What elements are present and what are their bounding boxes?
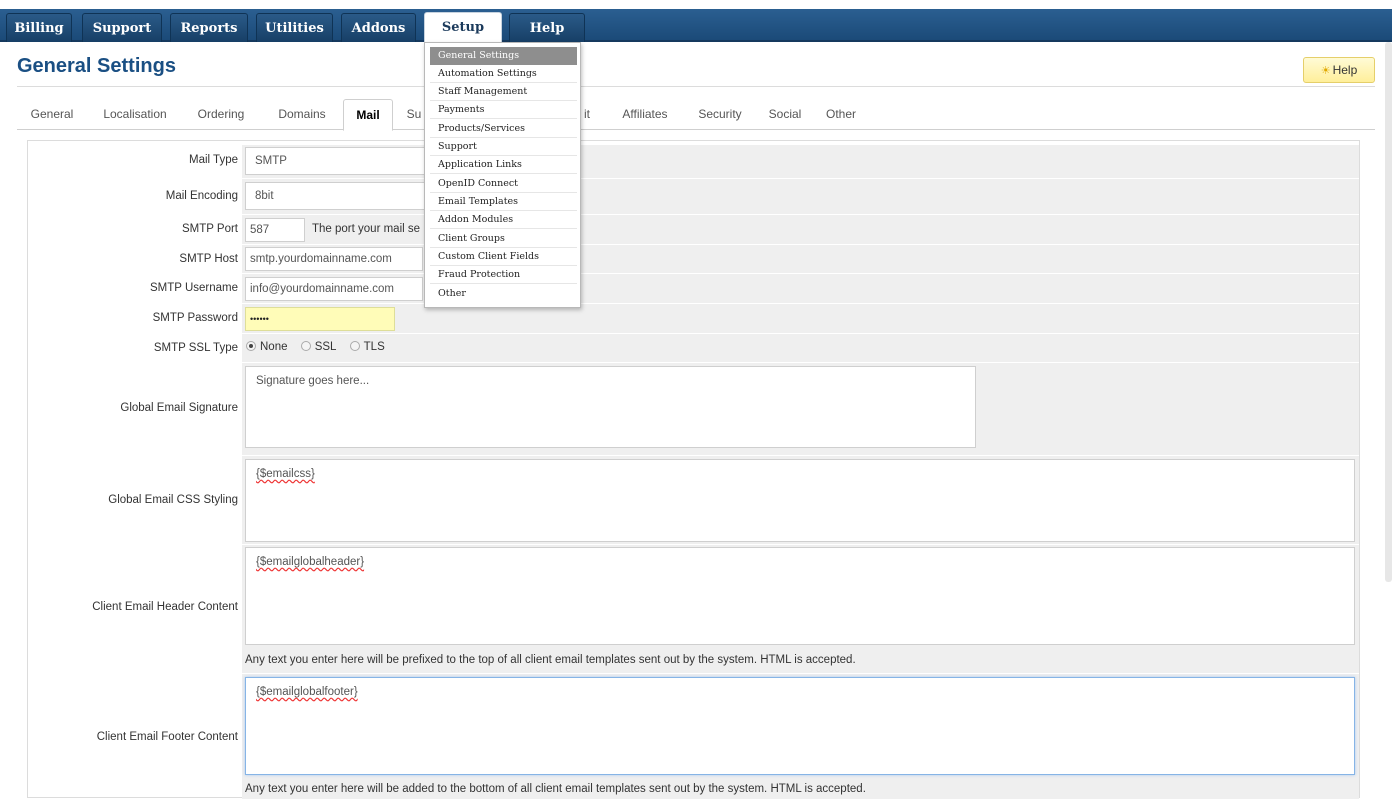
global-css-value: {$emailcss}	[256, 468, 315, 480]
smtp-ssl-type-label: SMTP SSL Type	[153, 342, 238, 354]
tab-localisation[interactable]: Localisation	[93, 99, 177, 130]
nav-setup[interactable]: Setup	[424, 12, 502, 43]
settings-tabs: General Localisation Ordering Domains Ma…	[17, 99, 1375, 131]
radio-selected-icon[interactable]	[246, 341, 256, 351]
header-content-help: Any text you enter here will be prefixed…	[245, 654, 856, 666]
smtp-port-input[interactable]: 587	[245, 218, 305, 242]
menu-item-email-templates[interactable]: Email Templates	[430, 193, 577, 211]
mail-encoding-select[interactable]: 8bit	[245, 182, 445, 210]
row-smtp-port: SMTP Port 587 The port your mail se	[28, 215, 1359, 244]
row-mail-encoding: Mail Encoding 8bit	[28, 179, 1359, 214]
row-smtp-password: SMTP Password ••••••	[28, 304, 1359, 333]
row-mail-type: Mail Type SMTP	[28, 145, 1359, 178]
radio-icon[interactable]	[300, 341, 311, 351]
field-background	[242, 304, 1359, 333]
top-navigation: Billing Support Reports Utilities Addons…	[0, 0, 1392, 43]
menu-item-payments[interactable]: Payments	[430, 101, 577, 119]
menu-item-custom-client-fields[interactable]: Custom Client Fields	[430, 248, 577, 266]
mail-settings-form: Mail Type SMTP Mail Encoding 8bit SMTP P…	[27, 140, 1360, 799]
footer-content-value: {$emailglobalfooter}	[256, 686, 358, 698]
footer-content-textarea[interactable]: {$emailglobalfooter}	[245, 677, 1355, 775]
row-smtp-host: SMTP Host smtp.yourdomainname.com	[28, 245, 1359, 273]
setup-dropdown-menu: General Settings Automation Settings Sta…	[424, 42, 581, 308]
menu-item-products-services[interactable]: Products/Services	[430, 120, 577, 138]
smtp-username-label: SMTP Username	[150, 282, 238, 294]
menu-item-openid-connect[interactable]: OpenID Connect	[430, 175, 577, 193]
ssl-option-tls[interactable]: TLS	[349, 341, 385, 353]
tab-other[interactable]: Other	[819, 99, 863, 130]
ssl-option-ssl[interactable]: SSL	[300, 341, 337, 353]
ssl-option-tls-label: TLS	[363, 341, 385, 353]
nav-utilities[interactable]: Utilities	[256, 13, 333, 42]
global-css-label: Global Email CSS Styling	[108, 494, 238, 506]
global-css-textarea[interactable]: {$emailcss}	[245, 459, 1355, 542]
ssl-option-ssl-label: SSL	[314, 341, 337, 353]
smtp-ssl-type-options: None SSL TLS	[246, 341, 395, 353]
radio-icon[interactable]	[349, 341, 360, 351]
menu-item-general-settings[interactable]: General Settings	[430, 47, 577, 65]
smtp-password-label: SMTP Password	[152, 312, 238, 324]
smtp-host-input[interactable]: smtp.yourdomainname.com	[245, 247, 423, 271]
row-header-content: Client Email Header Content {$emailgloba…	[28, 545, 1359, 673]
tab-security[interactable]: Security	[689, 99, 751, 130]
help-button[interactable]: ☀ Help	[1303, 57, 1375, 83]
row-footer-content: Client Email Footer Content {$emailgloba…	[28, 674, 1359, 799]
row-smtp-ssl-type: SMTP SSL Type None SSL TLS	[28, 334, 1359, 362]
title-divider	[17, 86, 1375, 87]
page-title: General Settings	[17, 55, 176, 77]
nav-reports[interactable]: Reports	[170, 13, 248, 42]
mail-encoding-label: Mail Encoding	[165, 190, 238, 202]
ssl-option-none[interactable]: None	[246, 341, 288, 353]
lightbulb-icon: ☀	[1320, 65, 1331, 77]
row-global-signature: Global Email Signature Signature goes he…	[28, 363, 1359, 455]
tab-social[interactable]: Social	[763, 99, 807, 130]
nav-addons[interactable]: Addons	[341, 13, 416, 42]
nav-support[interactable]: Support	[82, 13, 162, 42]
nav-help[interactable]: Help	[509, 13, 585, 42]
menu-item-other[interactable]: Other	[430, 285, 577, 303]
mail-type-select[interactable]: SMTP	[245, 147, 445, 175]
menu-item-staff-management[interactable]: Staff Management	[430, 83, 577, 101]
menu-item-application-links[interactable]: Application Links	[430, 156, 577, 174]
header-content-value: {$emailglobalheader}	[256, 556, 365, 568]
footer-content-label: Client Email Footer Content	[96, 731, 238, 743]
ssl-option-none-label: None	[260, 341, 288, 353]
global-signature-textarea[interactable]: Signature goes here...	[245, 366, 976, 448]
help-button-label: Help	[1332, 63, 1358, 77]
row-global-css: Global Email CSS Styling {$emailcss}	[28, 456, 1359, 544]
page-scrollbar[interactable]	[1385, 42, 1392, 582]
tab-ordering[interactable]: Ordering	[187, 99, 255, 130]
smtp-port-help: The port your mail se	[312, 223, 421, 235]
header-content-textarea[interactable]: {$emailglobalheader}	[245, 547, 1355, 645]
tab-affiliates[interactable]: Affiliates	[613, 99, 677, 130]
tab-mail[interactable]: Mail	[343, 99, 393, 131]
field-background	[242, 334, 1359, 362]
nav-billing[interactable]: Billing	[6, 13, 72, 42]
menu-item-fraud-protection[interactable]: Fraud Protection	[430, 266, 577, 284]
row-smtp-username: SMTP Username info@yourdomainname.com	[28, 274, 1359, 303]
smtp-host-label: SMTP Host	[179, 253, 238, 265]
global-signature-label: Global Email Signature	[120, 402, 238, 414]
menu-item-addon-modules[interactable]: Addon Modules	[430, 211, 577, 229]
smtp-port-label: SMTP Port	[181, 223, 238, 235]
footer-content-help: Any text you enter here will be added to…	[245, 783, 866, 795]
tab-domains[interactable]: Domains	[267, 99, 337, 130]
tab-general[interactable]: General	[17, 99, 87, 130]
tab-support[interactable]: Su	[403, 99, 425, 130]
menu-item-client-groups[interactable]: Client Groups	[430, 230, 577, 248]
smtp-password-input[interactable]: ••••••	[245, 307, 395, 331]
header-content-label: Client Email Header Content	[92, 601, 238, 613]
menu-item-automation-settings[interactable]: Automation Settings	[430, 65, 577, 83]
smtp-username-input[interactable]: info@yourdomainname.com	[245, 277, 423, 301]
menu-item-support[interactable]: Support	[430, 138, 577, 156]
mail-type-label: Mail Type	[188, 154, 238, 166]
